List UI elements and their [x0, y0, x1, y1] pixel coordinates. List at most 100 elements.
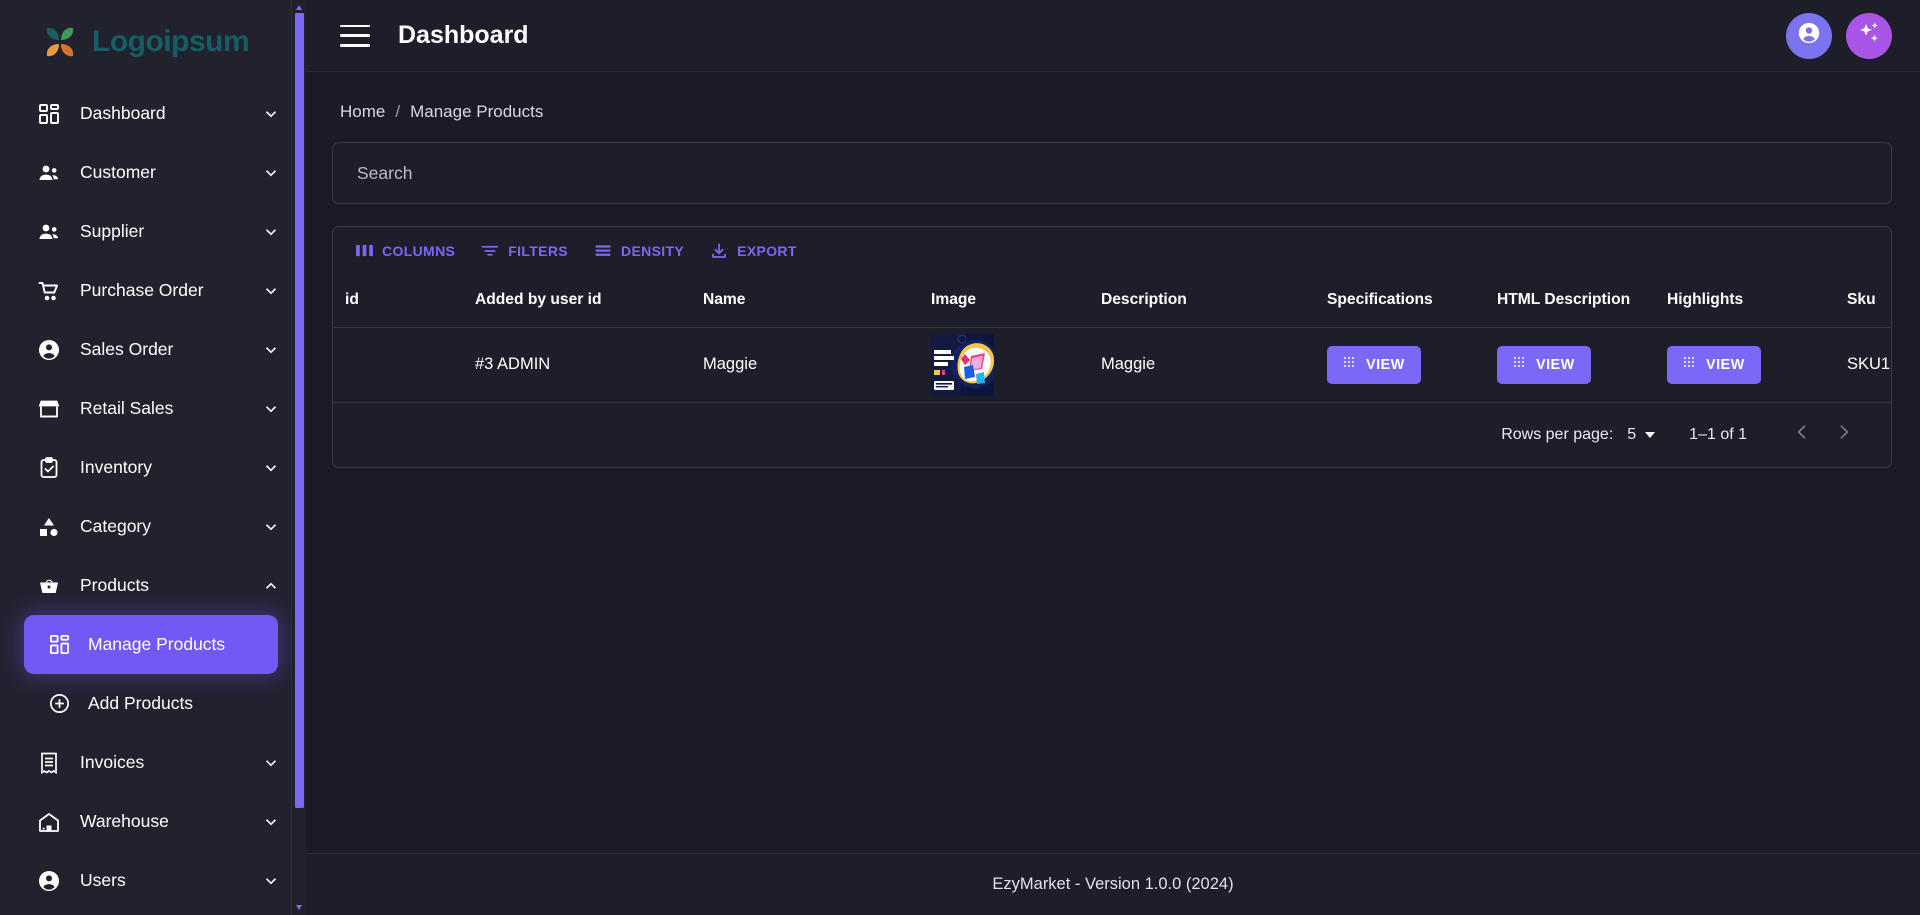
- columns-button-label: Columns: [382, 242, 456, 259]
- pinwheel-logo-icon: [40, 22, 80, 62]
- sidebar-item-users[interactable]: Users: [0, 851, 306, 910]
- search-box[interactable]: [332, 142, 1892, 204]
- shopping-cart-icon: [36, 278, 62, 304]
- cell-id: [333, 327, 463, 403]
- export-button-label: Export: [737, 242, 797, 259]
- sidebar-item-invoices[interactable]: Invoices: [0, 733, 306, 792]
- density-icon: [594, 243, 612, 258]
- view-specifications-button[interactable]: VIEW: [1327, 345, 1421, 384]
- breadcrumb-current: Manage Products: [410, 102, 544, 121]
- sidebar-subitem-label: Manage Products: [88, 634, 226, 654]
- chevron-down-icon[interactable]: [262, 282, 280, 300]
- ai-assistant-button[interactable]: [1846, 12, 1892, 59]
- sidebar-item-manage-products[interactable]: Manage Products: [24, 615, 278, 674]
- sidebar-item-customer[interactable]: Customer: [0, 143, 306, 202]
- density-button-label: Density: [620, 242, 685, 259]
- product-thumbnail[interactable]: [931, 333, 994, 396]
- products-table: id Added by user id Name Image Descripti…: [333, 274, 1891, 403]
- category-shapes-icon: [36, 514, 62, 540]
- chevron-down-icon[interactable]: [262, 164, 280, 182]
- chevron-down-icon[interactable]: [262, 872, 280, 890]
- chevron-down-icon[interactable]: [262, 459, 280, 477]
- people-icon: [36, 160, 62, 186]
- filters-button-label: Filters: [508, 242, 568, 259]
- view-highlights-button[interactable]: VIEW: [1667, 345, 1761, 384]
- view-html-description-button[interactable]: VIEW: [1497, 345, 1591, 384]
- column-header-image[interactable]: Image: [919, 274, 1089, 328]
- columns-button[interactable]: Columns: [345, 237, 466, 265]
- plus-circle-icon: [46, 691, 72, 717]
- user-account-button[interactable]: [1786, 12, 1832, 59]
- previous-page-button[interactable]: [1781, 414, 1823, 456]
- sidebar-item-label: Purchase Order: [80, 280, 204, 300]
- download-icon: [710, 243, 728, 259]
- app-footer: EzyMarket - Version 1.0.0 (2024): [306, 853, 1920, 915]
- export-button[interactable]: Export: [699, 237, 808, 265]
- column-header-added-by-user-id[interactable]: Added by user id: [463, 274, 691, 328]
- clipboard-check-icon: [36, 455, 62, 481]
- column-header-name[interactable]: Name: [691, 274, 919, 328]
- chevron-up-icon[interactable]: [262, 577, 280, 595]
- sidebar-item-dashboard[interactable]: Dashboard: [0, 84, 306, 143]
- column-header-specifications[interactable]: Specifications: [1315, 274, 1485, 328]
- sidebar-item-label: Warehouse: [80, 811, 169, 831]
- view-button-label: VIEW: [1536, 356, 1575, 373]
- table-row[interactable]: #3 ADMIN Maggie Maggie VIEW VIEW VIEW SK…: [333, 327, 1891, 403]
- main-area: Dashboard Home / Manage Products Search …: [306, 0, 1920, 915]
- scroll-up-arrow-icon[interactable]: [296, 5, 302, 10]
- sidebar-item-label: Dashboard: [80, 103, 166, 123]
- column-header-html-description[interactable]: HTML Description: [1485, 274, 1655, 328]
- sidebar-item-label: Sales Order: [80, 339, 174, 359]
- breadcrumb-home[interactable]: Home: [340, 102, 385, 122]
- pagination-range: 1–1 of 1: [1689, 425, 1747, 443]
- sidebar-item-purchase-order[interactable]: Purchase Order: [0, 261, 306, 320]
- chevron-down-icon[interactable]: [262, 400, 280, 418]
- chevron-down-icon[interactable]: [262, 223, 280, 241]
- top-bar: Dashboard: [306, 0, 1920, 72]
- data-grid-scroll[interactable]: id Added by user id Name Image Descripti…: [333, 274, 1891, 403]
- sidebar-item-category[interactable]: Category: [0, 497, 306, 556]
- sidebar-item-label: Products: [80, 575, 150, 595]
- filters-button[interactable]: Filters: [470, 237, 579, 265]
- grid-dots-icon: [1513, 356, 1527, 374]
- chevron-down-icon[interactable]: [262, 754, 280, 772]
- sidebar-item-supplier[interactable]: Supplier: [0, 202, 306, 261]
- sidebar-scrollbar[interactable]: [291, 0, 306, 915]
- sidebar: Logoipsum Dashboard Customer Supplier Pu…: [0, 0, 306, 915]
- scroll-down-arrow-icon[interactable]: [296, 905, 302, 910]
- sidebar-item-label: Category: [80, 516, 152, 536]
- sidebar-item-inventory[interactable]: Inventory: [0, 438, 306, 497]
- sidebar-scrollbar-thumb[interactable]: [295, 13, 304, 808]
- cell-highlights: VIEW: [1655, 327, 1835, 403]
- chevron-down-icon[interactable]: [262, 341, 280, 359]
- page-title: Dashboard: [398, 21, 529, 49]
- next-page-button[interactable]: [1823, 414, 1865, 456]
- receipt-icon: [36, 750, 62, 776]
- rows-per-page-select[interactable]: 5: [1627, 426, 1656, 444]
- sidebar-item-products[interactable]: Products: [0, 556, 306, 615]
- sparkles-icon: [1856, 20, 1882, 51]
- search-input[interactable]: [357, 162, 1867, 184]
- footer-text: EzyMarket - Version 1.0.0 (2024): [992, 875, 1234, 893]
- column-header-description[interactable]: Description: [1089, 274, 1315, 328]
- column-header-id[interactable]: id: [333, 274, 463, 328]
- people-icon: [36, 219, 62, 245]
- table-header-row: id Added by user id Name Image Descripti…: [333, 274, 1891, 328]
- sidebar-item-label: Customer: [80, 162, 156, 182]
- cell-image: [919, 327, 1089, 403]
- brand-logo[interactable]: Logoipsum: [0, 0, 306, 84]
- column-header-highlights[interactable]: Highlights: [1655, 274, 1835, 328]
- account-circle-icon: [1796, 20, 1822, 51]
- account-circle-icon: [36, 868, 62, 894]
- chevron-down-icon[interactable]: [262, 813, 280, 831]
- sidebar-item-sales-order[interactable]: Sales Order: [0, 320, 306, 379]
- column-header-sku[interactable]: Sku: [1835, 274, 1891, 328]
- sidebar-item-add-products[interactable]: Add Products: [24, 674, 278, 733]
- chevron-down-icon[interactable]: [262, 105, 280, 123]
- chevron-down-icon[interactable]: [262, 518, 280, 536]
- sidebar-item-retail-sales[interactable]: Retail Sales: [0, 379, 306, 438]
- table-header: id Added by user id Name Image Descripti…: [333, 274, 1891, 328]
- hamburger-menu-icon[interactable]: [340, 24, 370, 47]
- density-button[interactable]: Density: [583, 237, 695, 265]
- sidebar-item-warehouse[interactable]: Warehouse: [0, 792, 306, 851]
